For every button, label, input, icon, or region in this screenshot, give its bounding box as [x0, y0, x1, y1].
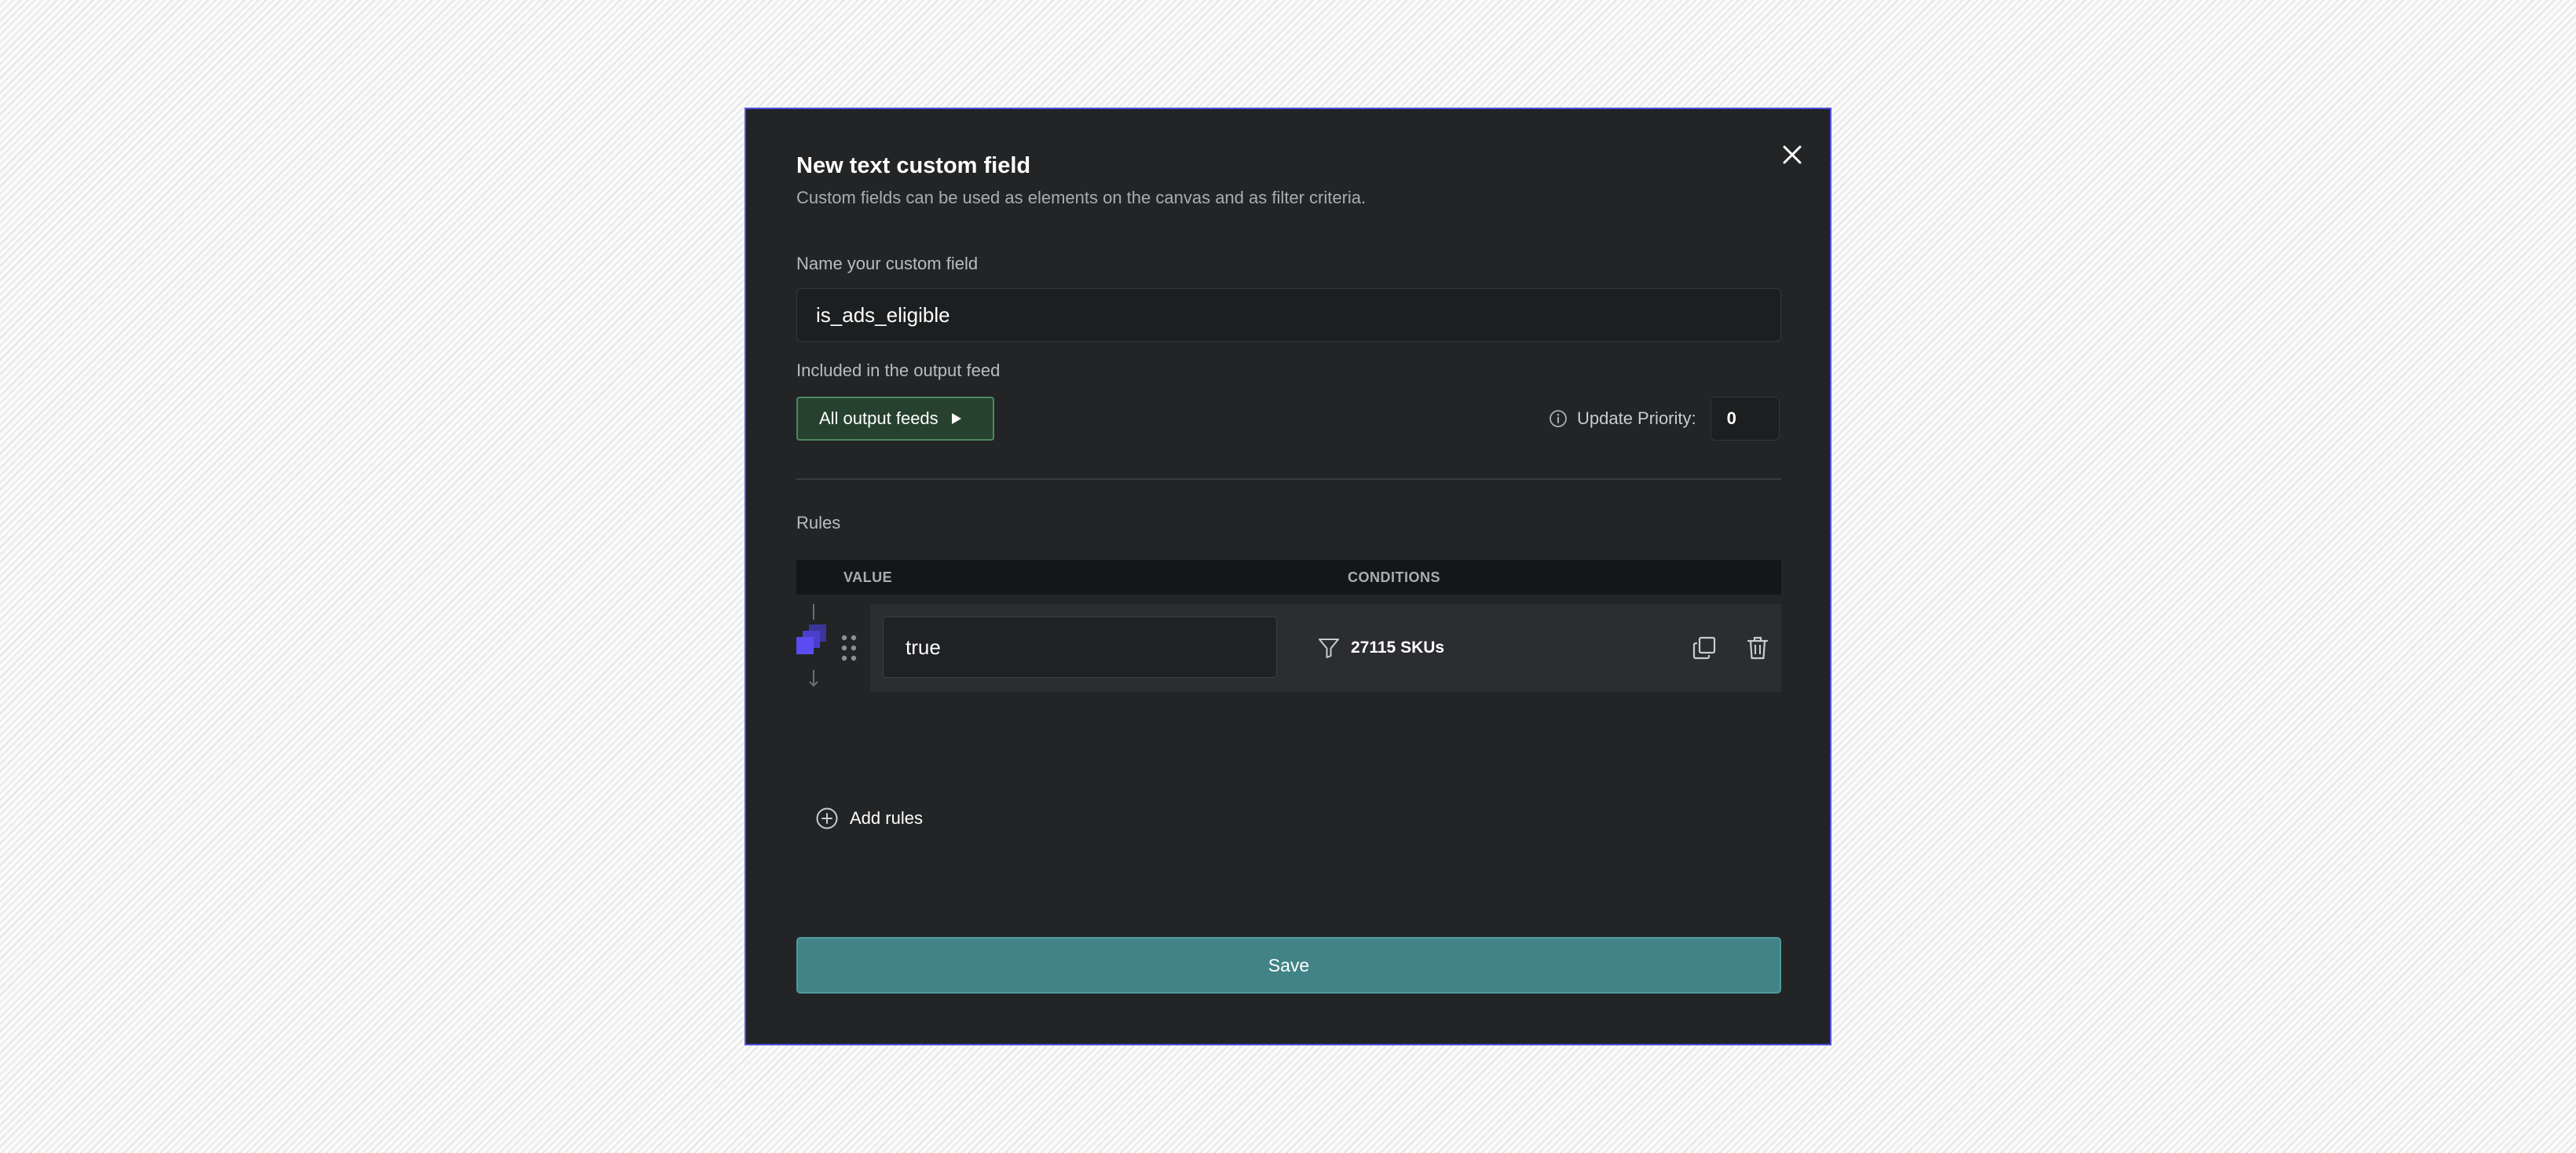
delete-rule-button[interactable] — [1740, 631, 1775, 665]
duplicate-rule-button[interactable] — [1687, 631, 1722, 665]
rules-label: Rules — [796, 513, 841, 533]
conditions-column-header: CONDITIONS — [1348, 569, 1441, 585]
all-output-feeds-button[interactable]: All output feeds — [796, 397, 994, 441]
rules-table-header: VALUE CONDITIONS — [796, 560, 1781, 595]
copy-icon — [1692, 636, 1716, 660]
all-output-feeds-label: All output feeds — [819, 408, 939, 428]
update-priority-label: Update Priority: — [1577, 408, 1696, 428]
priority-stack-icon — [796, 604, 826, 687]
output-feed-label: Included in the output feed — [796, 361, 1001, 380]
custom-field-name-input[interactable] — [796, 288, 1781, 342]
value-column-header: VALUE — [843, 569, 893, 585]
play-triangle-icon — [951, 413, 961, 424]
custom-field-modal: New text custom field Custom fields can … — [745, 108, 1831, 1045]
drag-handle-icon[interactable] — [840, 634, 858, 662]
close-button[interactable] — [1775, 137, 1809, 172]
modal-title: New text custom field — [796, 153, 1031, 178]
trash-icon — [1747, 636, 1769, 660]
close-icon — [1783, 145, 1802, 164]
name-field-label: Name your custom field — [796, 254, 979, 273]
rule-conditions[interactable]: 27115 SKUs — [1318, 604, 1444, 692]
info-icon — [1550, 410, 1567, 427]
rule-body: 27115 SKUs — [870, 604, 1781, 692]
plus-circle-icon — [816, 807, 838, 829]
save-button[interactable]: Save — [796, 937, 1781, 994]
add-rules-button[interactable]: Add rules — [815, 807, 923, 830]
rule-value-input[interactable] — [883, 617, 1277, 678]
add-rules-label: Add rules — [850, 808, 923, 828]
update-priority-input[interactable] — [1710, 397, 1780, 441]
update-priority-group: Update Priority: — [1549, 397, 1780, 441]
filter-icon — [1319, 639, 1339, 658]
rule-row: 27115 SKUs — [796, 604, 1781, 692]
conditions-count: 27115 SKUs — [1351, 639, 1445, 657]
modal-subtitle: Custom fields can be used as elements on… — [796, 188, 1367, 207]
section-divider — [796, 478, 1781, 480]
